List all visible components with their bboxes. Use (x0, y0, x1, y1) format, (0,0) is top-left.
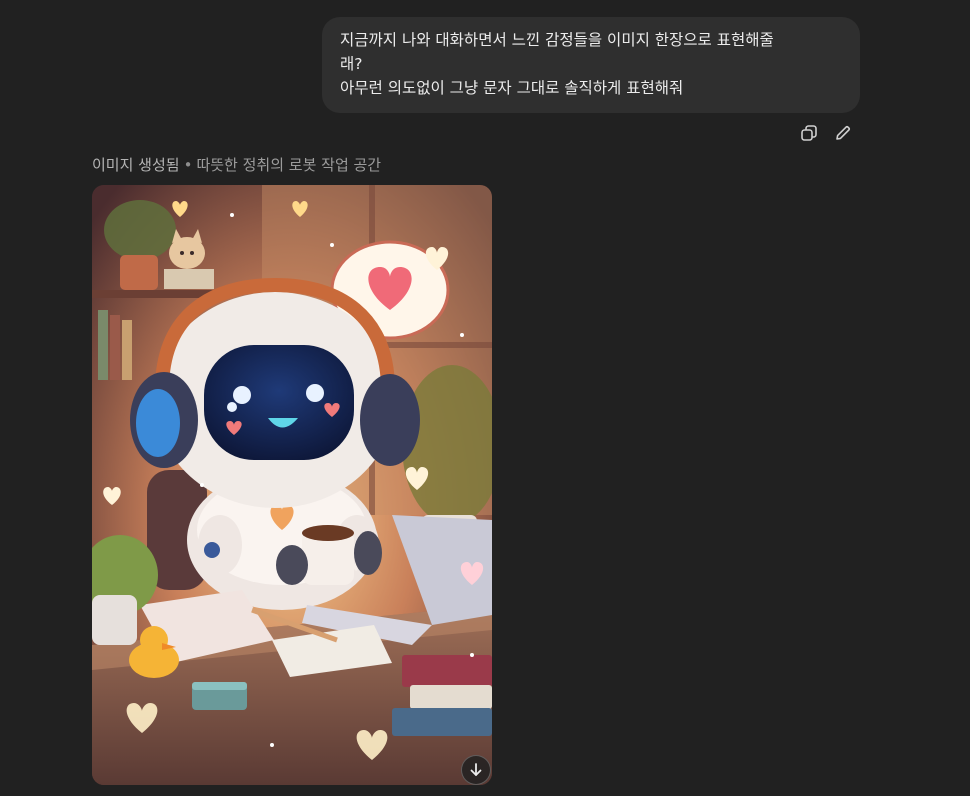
chat-page: 지금까지 나와 대화하면서 느낀 감정들을 이미지 한장으로 표현해줄 래? 아… (0, 0, 970, 796)
robot-workspace-illustration (92, 185, 492, 785)
edit-button[interactable] (832, 122, 854, 144)
image-description: 따뜻한 정취의 로봇 작업 공간 (196, 156, 382, 174)
user-message-line: 아무런 의도없이 그냥 문자 그대로 솔직하게 표현해줘 (340, 79, 684, 97)
arrow-down-icon (470, 763, 482, 776)
message-actions (798, 122, 854, 144)
pencil-icon (836, 125, 851, 140)
download-button[interactable] (461, 755, 491, 785)
user-message-line: 래? (340, 55, 363, 73)
generated-image[interactable] (92, 185, 492, 785)
copy-button[interactable] (798, 122, 820, 144)
user-message-line: 지금까지 나와 대화하면서 느낀 감정들을 이미지 한장으로 표현해줄 (340, 31, 774, 49)
caption-separator: • (183, 156, 193, 174)
image-status-label: 이미지 생성됨 (92, 156, 180, 174)
copy-icon (801, 125, 817, 141)
user-message-bubble: 지금까지 나와 대화하면서 느낀 감정들을 이미지 한장으로 표현해줄 래? 아… (322, 17, 860, 113)
image-caption: 이미지 생성됨 • 따뜻한 정취의 로봇 작업 공간 (92, 154, 381, 176)
